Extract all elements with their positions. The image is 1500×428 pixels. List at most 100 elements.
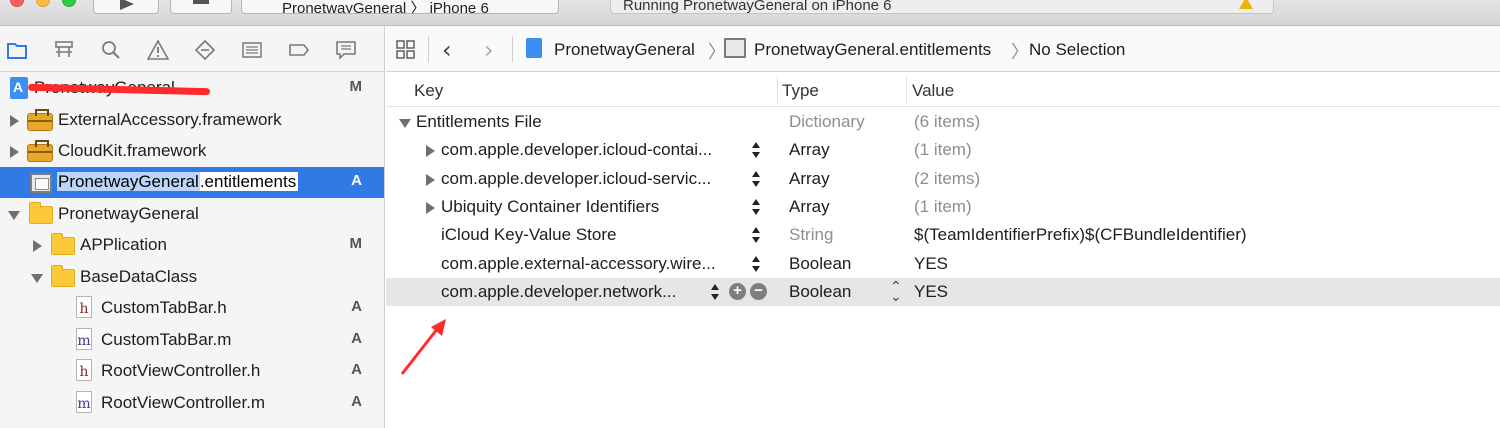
table-row[interactable]: com.apple.developer.icloud-servic... Arr… xyxy=(386,165,1500,193)
key-popup-stepper-icon[interactable] xyxy=(711,284,721,302)
search-icon[interactable] xyxy=(99,38,123,62)
status-badge: A xyxy=(351,172,362,189)
type-cell[interactable]: Boolean xyxy=(789,282,851,302)
project-icon xyxy=(10,77,28,99)
activity-status: Running PronetwayGeneral on iPhone 6 xyxy=(610,0,1274,14)
disclosure-triangle-icon[interactable] xyxy=(31,274,43,283)
project-icon xyxy=(526,38,542,58)
value-cell[interactable]: YES xyxy=(914,282,948,302)
table-row[interactable]: com.apple.external-accessory.wire... Boo… xyxy=(386,250,1500,278)
tree-item-rootviewcontroller-h[interactable]: h RootViewController.h A xyxy=(0,356,384,387)
disclosure-triangle-icon[interactable] xyxy=(426,202,435,214)
add-row-icon[interactable]: + xyxy=(729,283,746,300)
disclosure-triangle-icon[interactable] xyxy=(33,240,42,252)
key-popup-stepper-icon[interactable] xyxy=(752,142,762,160)
key-cell: Entitlements File xyxy=(416,112,542,131)
column-divider[interactable] xyxy=(777,77,778,103)
table-row-selected[interactable]: com.apple.developer.network... + − Boole… xyxy=(386,278,1500,306)
forward-arrow-icon[interactable]: › xyxy=(484,36,494,64)
minimize-window-button[interactable] xyxy=(36,0,50,7)
folder-icon xyxy=(51,233,75,255)
type-cell: Array xyxy=(789,169,830,188)
key-popup-stepper-icon[interactable] xyxy=(752,256,762,274)
test-icon[interactable] xyxy=(193,38,217,62)
warning-icon[interactable] xyxy=(146,38,170,62)
column-divider[interactable] xyxy=(906,77,907,103)
tree-item-cloudkit[interactable]: CloudKit.framework xyxy=(0,136,384,167)
table-row[interactable]: iCloud Key-Value Store String $(TeamIden… xyxy=(386,221,1500,249)
type-cell: Dictionary xyxy=(789,112,865,131)
jump-bar: ‹ › PronetwayGeneral 〉 PronetwayGeneral.… xyxy=(386,26,1500,72)
disclosure-triangle-icon[interactable] xyxy=(426,145,435,157)
disclosure-triangle-icon[interactable] xyxy=(10,146,19,158)
tree-item-customtabbar-h[interactable]: h CustomTabBar.h A xyxy=(0,293,384,324)
framework-icon xyxy=(27,140,53,162)
tree-item-customtabbar-m[interactable]: m CustomTabBar.m A xyxy=(0,325,384,356)
value-cell[interactable]: $(TeamIdentifierPrefix)$(CFBundleIdentif… xyxy=(914,225,1247,245)
table-row[interactable]: com.apple.developer.icloud-contai... Arr… xyxy=(386,136,1500,164)
tree-item-label: PronetwayGeneral xyxy=(58,204,199,223)
table-row[interactable]: Ubiquity Container Identifiers Array (1 … xyxy=(386,193,1500,221)
close-window-button[interactable] xyxy=(10,0,24,7)
chevron-right-icon: 〉 xyxy=(1011,42,1029,62)
disclosure-triangle-icon[interactable] xyxy=(399,119,411,128)
folder-icon[interactable] xyxy=(5,38,29,62)
key-popup-stepper-icon[interactable] xyxy=(752,199,762,217)
tree-item-label: BaseDataClass xyxy=(80,267,198,286)
divider xyxy=(512,36,513,62)
header-file-icon: h xyxy=(76,359,92,381)
tree-item-entitlements[interactable]: PronetwayGeneral.entitlements A xyxy=(0,167,384,198)
tree-item-label: CustomTabBar.h xyxy=(101,298,227,317)
rename-field[interactable]: PronetwayGeneral.entitlements xyxy=(57,172,299,192)
tree-item-basedataclass[interactable]: BaseDataClass xyxy=(0,262,384,293)
table-row-root[interactable]: Entitlements File Dictionary (6 items) xyxy=(386,108,1500,136)
column-header-type[interactable]: Type xyxy=(782,81,819,101)
disclosure-triangle-icon[interactable] xyxy=(10,115,19,127)
column-header-value[interactable]: Value xyxy=(912,81,954,101)
scheme-selector[interactable]: PronetwayGeneral 〉 iPhone 6 xyxy=(241,0,559,14)
tree-item-group-pronetwaygeneral[interactable]: PronetwayGeneral xyxy=(0,199,384,230)
table-header: Key Type Value xyxy=(386,73,1500,107)
report-icon[interactable] xyxy=(334,38,358,62)
type-popup-stepper-icon[interactable]: ⌃ ⌄ xyxy=(890,279,902,303)
related-items-icon[interactable] xyxy=(396,40,416,60)
back-arrow-icon[interactable]: ‹ xyxy=(442,36,452,64)
hierarchy-icon[interactable] xyxy=(52,38,76,62)
breadcrumb-file[interactable]: PronetwayGeneral.entitlements xyxy=(754,40,991,60)
status-badge: A xyxy=(351,361,362,378)
type-cell: Array xyxy=(789,140,830,159)
breakpoint-icon[interactable] xyxy=(287,38,311,62)
column-header-key[interactable]: Key xyxy=(414,81,443,101)
key-cell: iCloud Key-Value Store xyxy=(441,225,617,244)
property-list-editor: Key Type Value Entitlements File Diction… xyxy=(386,73,1500,428)
breadcrumb-selection[interactable]: No Selection xyxy=(1029,40,1125,60)
tree-item-external-accessory[interactable]: ExternalAccessory.framework xyxy=(0,105,384,136)
annotation-arrow-icon xyxy=(400,319,446,375)
key-cell: com.apple.external-accessory.wire... xyxy=(441,254,716,273)
warning-icon[interactable] xyxy=(1239,0,1253,9)
stop-button[interactable] xyxy=(170,0,232,14)
value-cell[interactable]: YES xyxy=(914,254,948,274)
type-cell: Array xyxy=(789,197,830,216)
tree-item-label: ExternalAccessory.framework xyxy=(58,110,282,129)
disclosure-triangle-icon[interactable] xyxy=(8,211,20,220)
tree-item-rootviewcontroller-m[interactable]: m RootViewController.m A xyxy=(0,388,384,419)
remove-row-icon[interactable]: − xyxy=(750,283,767,300)
value-cell: (2 items) xyxy=(914,169,981,188)
value-cell: (6 items) xyxy=(914,112,981,131)
tree-item-application[interactable]: APPlication M xyxy=(0,230,384,261)
tree-item-label: CloudKit.framework xyxy=(58,141,207,160)
run-button[interactable] xyxy=(93,0,159,14)
key-popup-stepper-icon[interactable] xyxy=(752,171,762,189)
breadcrumb-project[interactable]: PronetwayGeneral xyxy=(554,40,695,60)
key-cell: com.apple.developer.network... xyxy=(441,282,677,301)
disclosure-triangle-icon[interactable] xyxy=(426,174,435,186)
header-file-icon: h xyxy=(76,296,92,318)
tree-item-label: RootViewController.m xyxy=(101,393,266,412)
key-popup-stepper-icon[interactable] xyxy=(752,227,762,245)
navigator-tab-bar xyxy=(0,26,384,72)
status-badge: A xyxy=(351,298,362,315)
debug-icon[interactable] xyxy=(240,38,264,62)
zoom-window-button[interactable] xyxy=(62,0,76,7)
source-file-icon: m xyxy=(76,391,92,413)
